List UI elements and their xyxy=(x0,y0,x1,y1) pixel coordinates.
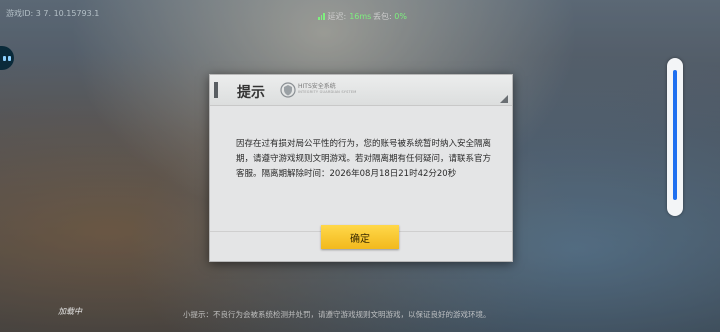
confirm-button[interactable]: 确定 xyxy=(321,225,399,249)
signal-icon xyxy=(318,13,325,20)
vertical-scrollbar[interactable] xyxy=(667,58,683,216)
ping-value: 16ms xyxy=(349,12,372,21)
handle-icon xyxy=(8,55,11,61)
status-bar: 游戏ID: 3 7. 10.15793.1 延迟: 16ms 丢包: 0% xyxy=(0,8,720,24)
logo-text: HITS安全系统 xyxy=(298,83,336,90)
ping-indicator: 延迟: 16ms xyxy=(318,11,371,22)
packet-loss-value: 0% xyxy=(394,12,407,21)
ban-notice-dialog: 提示 HITS安全系统 INTEGRITY GUARDIAN SYSTEM 因存… xyxy=(209,74,513,262)
tip-text: 小提示：不良行为会被系统检测并处罚，请遵守游戏规则文明游戏，以保证良好的游戏环境… xyxy=(183,310,491,319)
dialog-title: 提示 xyxy=(237,85,265,101)
shield-logo-icon xyxy=(280,82,296,98)
dialog-message: 因存在过有损对局公平性的行为，您的账号被系统暂时纳入安全隔离期，请遵守游戏规则文… xyxy=(236,139,492,179)
packet-loss-label: 丢包: xyxy=(373,12,392,21)
handle-icon xyxy=(3,55,6,61)
scroll-thumb[interactable] xyxy=(673,70,677,200)
player-id-text: 游戏ID: 3 7. 10.15793.1 xyxy=(6,9,100,18)
packet-loss-indicator: 丢包: 0% xyxy=(373,11,407,22)
bottom-bar: 加载中 小提示：不良行为会被系统检测并处罚，请遵守游戏规则文明游戏，以保证良好的… xyxy=(0,306,720,332)
ping-label: 延迟: xyxy=(327,12,347,21)
header-accent xyxy=(214,82,218,98)
dialog-header: 提示 HITS安全系统 INTEGRITY GUARDIAN SYSTEM xyxy=(210,75,512,106)
corner-decoration-icon xyxy=(500,95,508,103)
loading-text: 加载中 xyxy=(58,307,82,316)
logo-subtext: INTEGRITY GUARDIAN SYSTEM xyxy=(298,90,357,94)
